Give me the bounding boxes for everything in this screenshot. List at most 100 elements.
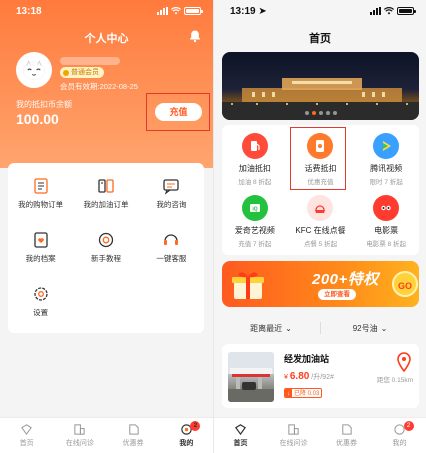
username-blurred: [60, 57, 120, 65]
sort-by-distance-dropdown[interactable]: 距离最近 ⌄: [222, 323, 320, 334]
tab-consult[interactable]: 在线问诊: [267, 418, 320, 453]
chevron-down-icon: ⌄: [380, 323, 388, 333]
status-time: 13:19 ➤: [230, 6, 267, 17]
banner-carousel[interactable]: [222, 52, 419, 120]
price-unit: /升/92#: [311, 374, 334, 381]
movie-icon: [373, 195, 400, 221]
avatar[interactable]: [16, 52, 52, 88]
menu-item-settings[interactable]: 设置: [8, 279, 73, 323]
menu-label: 我的档案: [25, 253, 56, 263]
bell-icon[interactable]: [188, 29, 202, 43]
privilege-banner[interactable]: 200+特权 立即查看 GO: [222, 261, 419, 307]
station-name: 经发加油站: [284, 354, 330, 364]
fuel-type-dropdown[interactable]: 92号油 ⌄: [321, 323, 419, 334]
fuel-icon: [241, 133, 268, 159]
menu-item-shopping-orders[interactable]: 我的购物订单: [8, 171, 73, 215]
station-filters: 距离最近 ⌄ 92号油 ⌄: [222, 318, 419, 338]
tab-consult[interactable]: 在线问诊: [53, 418, 106, 453]
tab-label: 首页: [19, 440, 34, 447]
notification-badge: 2: [403, 421, 414, 431]
bottom-tab-bar: 首页 在线问诊 优惠券 2 我的: [214, 417, 426, 453]
carousel-dots: [222, 111, 419, 115]
balance-value: 100.00: [16, 111, 59, 127]
price-drop-tag: ↓ 已降 0.03: [284, 388, 323, 398]
service-kfc[interactable]: KFC 在线点餐 点餐 5 折起: [288, 193, 354, 251]
service-iqiyi[interactable]: iQ 爱奇艺视频 充值 7 折起: [222, 193, 288, 251]
status-time-text: 13:19: [230, 5, 256, 17]
menu-item-customer-service[interactable]: 一键客服: [139, 225, 204, 269]
home-screen: 13:19 ➤ 首页 加油抵扣 加油 8 折起 话费抵扣 优惠充值 腾讯视频 限…: [213, 0, 426, 453]
tab-label: 首页: [233, 440, 248, 447]
station-distance: 距您 0.15km: [376, 377, 413, 384]
promo-title: 200+特权: [312, 271, 379, 288]
highlight-box: [290, 127, 346, 190]
tab-label: 优惠券: [122, 440, 144, 447]
fuel-order-icon: [98, 178, 114, 193]
tab-mine[interactable]: 2 我的: [373, 418, 426, 453]
battery-icon: [397, 7, 416, 15]
menu-item-consult[interactable]: 我的咨询: [139, 171, 204, 215]
service-fuel-discount[interactable]: 加油抵扣 加油 8 折起: [222, 131, 288, 189]
coupon-icon: [342, 424, 352, 435]
view-now-button[interactable]: 立即查看: [318, 289, 356, 300]
service-tencent-video[interactable]: 腾讯视频 限时 7 折起: [353, 131, 419, 189]
banner-image: [222, 78, 419, 120]
profile-file-icon: [34, 231, 48, 248]
tab-coupons[interactable]: 优惠券: [107, 418, 160, 453]
highlight-box: [146, 93, 210, 131]
service-subtitle: 充值 7 折起: [238, 241, 272, 248]
tab-label: 在线问诊: [65, 440, 94, 447]
member-expiry: 会员有效期:2022-08-25: [60, 82, 138, 91]
wifi-icon: [171, 7, 181, 15]
service-subtitle: 限时 7 折起: [369, 179, 403, 186]
service-name: 爱奇艺视频: [234, 226, 275, 235]
gas-station-card[interactable]: 经发加油站 ¥ 6.80 /升/92# ↓ 已降 0.03 距您 0.15km: [222, 344, 419, 408]
menu-item-fuel-orders[interactable]: 我的加油订单: [73, 171, 138, 215]
member-badge-label: 普通会员: [71, 69, 99, 76]
service-subtitle: 加油 8 折起: [238, 179, 272, 186]
coupon-icon: [128, 424, 139, 435]
home-icon: [21, 424, 33, 436]
menu-label: 我的咨询: [156, 199, 187, 209]
menu-item-profile-file[interactable]: 我的档案: [8, 225, 73, 269]
wifi-icon: [384, 7, 394, 15]
menu-item-tutorial[interactable]: 新手教程: [73, 225, 138, 269]
signal-icon: [157, 7, 168, 15]
service-icon: [164, 233, 179, 245]
filter-label: 距离最近: [250, 323, 283, 333]
station-photo: [228, 352, 274, 402]
menu-card: 我的购物订单 我的加油订单 我的咨询 我的档案 新手教程 一键客服 设置: [8, 163, 204, 333]
tab-label: 我的: [392, 440, 407, 447]
menu-label: 设置: [33, 307, 49, 317]
gift-box-icon: [232, 272, 264, 299]
tab-label: 我的: [179, 440, 194, 447]
tab-home[interactable]: 首页: [214, 418, 267, 453]
go-button[interactable]: GO: [392, 271, 418, 297]
page-title: 首页: [309, 33, 331, 45]
tab-home[interactable]: 首页: [0, 418, 53, 453]
status-bar: 13:18: [0, 0, 213, 22]
price-drop-label: 已降 0.03: [294, 391, 320, 397]
service-movie-ticket[interactable]: 电影票 电影票 8 折起: [353, 193, 419, 251]
consult-building-icon: [288, 424, 299, 435]
balance-label: 我的抵扣币余额: [16, 100, 72, 109]
signal-icon: [370, 7, 381, 15]
tab-label: 优惠券: [336, 440, 357, 447]
map-pin-icon[interactable]: [396, 352, 412, 372]
status-time: 13:18: [16, 5, 42, 17]
tab-coupons[interactable]: 优惠券: [320, 418, 373, 453]
svg-text:iQ: iQ: [252, 207, 257, 213]
iqiyi-icon: iQ: [241, 195, 268, 221]
page-title: 个人中心: [84, 33, 129, 45]
member-badge: 普通会员: [60, 67, 104, 78]
service-name: 腾讯视频: [370, 164, 403, 173]
price-value: 6.80: [289, 371, 310, 382]
tab-mine[interactable]: 2 我的: [160, 418, 213, 453]
station-price: ¥ 6.80 /升/92#: [284, 371, 334, 382]
service-name: 电影票: [374, 226, 399, 235]
tutorial-icon: [98, 232, 114, 247]
menu-label: 新手教程: [90, 253, 121, 263]
tab-label: 在线问诊: [279, 440, 308, 447]
service-name: 加油抵扣: [238, 164, 271, 173]
down-arrow-icon: ↓: [285, 389, 292, 397]
